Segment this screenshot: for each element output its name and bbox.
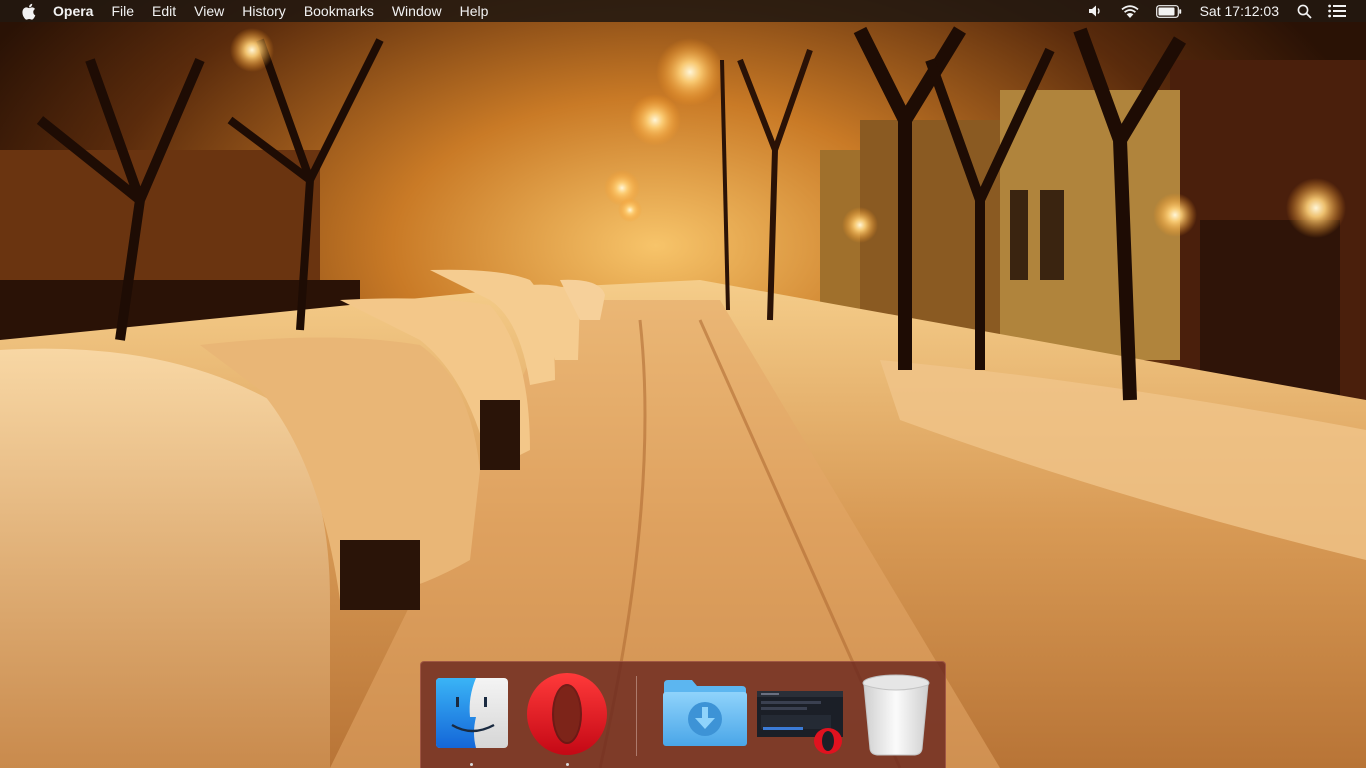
menu-bar: Opera File Edit View History Bookmarks W… — [0, 0, 1366, 22]
dock-minimized-window[interactable] — [757, 691, 845, 755]
volume-icon[interactable] — [1080, 0, 1112, 22]
dock — [420, 661, 946, 768]
spotlight-search-icon[interactable] — [1289, 0, 1320, 22]
trash-icon — [862, 674, 930, 756]
dock-separator — [636, 676, 637, 756]
opera-icon — [527, 673, 607, 755]
menu-edit[interactable]: Edit — [143, 0, 185, 22]
running-indicator — [470, 763, 473, 766]
dock-opera[interactable] — [525, 672, 609, 766]
minimized-window-thumbnail-icon — [757, 691, 843, 754]
apple-logo-icon[interactable] — [18, 0, 38, 22]
desktop: Opera File Edit View History Bookmarks W… — [0, 0, 1366, 768]
dock-finder[interactable] — [434, 677, 510, 766]
wallpaper — [0, 0, 1366, 768]
finder-icon — [436, 678, 508, 748]
menu-bookmarks[interactable]: Bookmarks — [295, 0, 383, 22]
notification-center-icon[interactable] — [1320, 0, 1354, 22]
menu-view[interactable]: View — [185, 0, 233, 22]
menu-bar-clock[interactable]: Sat 17:12:03 — [1190, 3, 1289, 19]
dock-trash[interactable] — [861, 673, 931, 757]
wifi-icon[interactable] — [1112, 0, 1148, 22]
menu-history[interactable]: History — [233, 0, 295, 22]
downloads-folder-icon — [663, 680, 747, 746]
menu-file[interactable]: File — [102, 0, 143, 22]
battery-icon[interactable] — [1148, 0, 1190, 22]
menu-help[interactable]: Help — [451, 0, 498, 22]
menu-window[interactable]: Window — [383, 0, 451, 22]
menu-app-name[interactable]: Opera — [44, 0, 102, 22]
running-indicator — [566, 763, 569, 766]
dock-downloads-stack[interactable] — [662, 678, 748, 748]
